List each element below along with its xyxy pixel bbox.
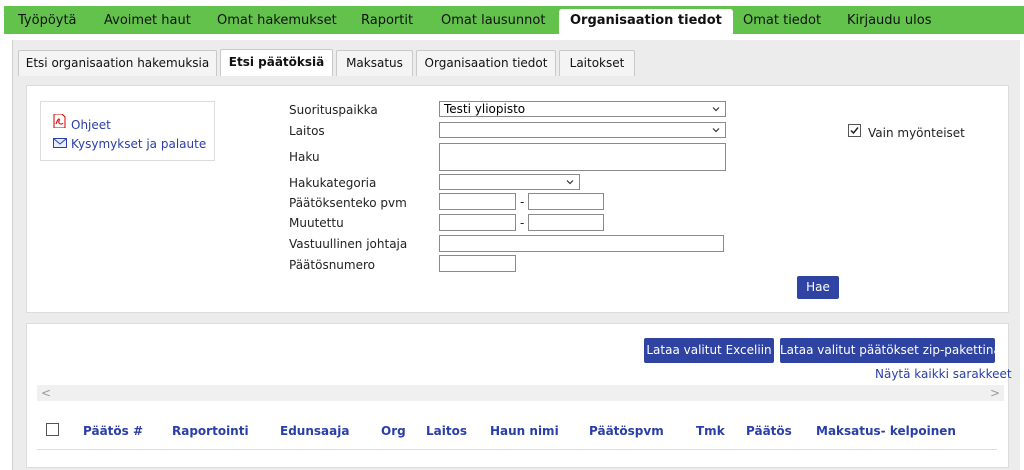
col-org[interactable]: Org bbox=[381, 424, 406, 438]
nav-omat-hakemukset[interactable]: Omat hakemukset bbox=[217, 6, 337, 34]
laitos-select[interactable] bbox=[439, 122, 726, 138]
paatoksenteko-from-input[interactable] bbox=[439, 193, 516, 210]
paatoksenteko-to-input[interactable] bbox=[528, 193, 604, 210]
tab-maksatus[interactable]: Maksatus bbox=[336, 50, 413, 76]
top-navigation: Työpöytä Avoimet haut Omat hakemukset Ra… bbox=[4, 6, 1024, 34]
nav-omat-tiedot[interactable]: Omat tiedot bbox=[743, 6, 821, 34]
export-zip-button[interactable]: Lataa valitut päätökset zip-pakettina bbox=[780, 338, 1001, 363]
nav-raportit[interactable]: Raportit bbox=[361, 6, 413, 34]
instructions-link[interactable]: Ohjeet bbox=[71, 118, 111, 132]
pdf-icon[interactable] bbox=[53, 114, 66, 128]
vastuullinen-johtaja-label: Vastuullinen johtaja bbox=[289, 237, 408, 251]
date-range-separator: - bbox=[520, 195, 525, 209]
tab-etsi-hakemuksia[interactable]: Etsi organisaation hakemuksia bbox=[18, 50, 217, 76]
tab-laitokset[interactable]: Laitokset bbox=[559, 50, 635, 76]
only-approved-label: Vain myönteiset bbox=[868, 126, 965, 140]
export-excel-button[interactable]: Lataa valitut Exceliin bbox=[644, 338, 774, 363]
header-divider bbox=[37, 449, 997, 450]
hakukategoria-label: Hakukategoria bbox=[289, 176, 377, 190]
paatosnumero-input[interactable] bbox=[439, 255, 516, 272]
haku-label: Haku bbox=[289, 150, 320, 164]
col-haun-nimi[interactable]: Haun nimi bbox=[490, 424, 559, 438]
only-approved-checkbox[interactable] bbox=[848, 124, 861, 137]
suorituspaikka-select[interactable]: Testi yliopisto bbox=[439, 101, 726, 117]
scroll-right-icon[interactable]: > bbox=[990, 385, 1000, 401]
col-raportointi[interactable]: Raportointi bbox=[172, 424, 249, 438]
nav-omat-lausunnot[interactable]: Omat lausunnot bbox=[441, 6, 545, 34]
chevron-down-icon bbox=[712, 107, 720, 112]
horizontal-scrollbar[interactable]: < > bbox=[37, 385, 1004, 401]
select-all-checkbox[interactable] bbox=[46, 423, 59, 436]
nav-organisaation-tiedot[interactable]: Organisaation tiedot bbox=[559, 9, 733, 34]
tab-organisaation-tiedot[interactable]: Organisaation tiedot bbox=[416, 50, 556, 76]
col-edunsaaja[interactable]: Edunsaaja bbox=[280, 424, 349, 438]
chevron-down-icon bbox=[712, 128, 720, 133]
col-tmk[interactable]: Tmk bbox=[696, 424, 725, 438]
show-all-columns-link[interactable]: Näytä kaikki sarakkeet bbox=[875, 367, 1012, 381]
search-button[interactable]: Hae bbox=[797, 276, 839, 299]
paatoksenteko-label: Päätöksenteko pvm bbox=[289, 196, 407, 210]
col-laitos[interactable]: Laitos bbox=[426, 424, 467, 438]
vastuullinen-johtaja-input[interactable] bbox=[439, 235, 724, 252]
scroll-left-icon[interactable]: < bbox=[41, 385, 51, 401]
checkmark-icon bbox=[850, 127, 859, 135]
suorituspaikka-label: Suorituspaikka bbox=[289, 103, 378, 117]
nav-tyopoyta[interactable]: Työpöytä bbox=[18, 6, 77, 34]
help-box bbox=[40, 101, 215, 161]
suorituspaikka-value: Testi yliopisto bbox=[444, 102, 526, 116]
col-paatospvm[interactable]: Päätöspvm bbox=[589, 424, 664, 438]
muutettu-to-input[interactable] bbox=[528, 214, 604, 231]
muutettu-from-input[interactable] bbox=[439, 214, 516, 231]
col-paatos-number[interactable]: Päätös # bbox=[83, 424, 143, 438]
tab-etsi-paatoksia[interactable]: Etsi päätöksiä bbox=[220, 49, 333, 76]
chevron-down-icon bbox=[566, 180, 574, 185]
feedback-link[interactable]: Kysymykset ja palaute bbox=[71, 137, 206, 151]
nav-avoimet-haut[interactable]: Avoimet haut bbox=[104, 6, 191, 34]
mail-icon[interactable] bbox=[53, 138, 67, 148]
date-range-separator: - bbox=[520, 216, 525, 230]
laitos-label: Laitos bbox=[289, 124, 325, 138]
hakukategoria-select[interactable] bbox=[439, 174, 580, 190]
haku-input[interactable] bbox=[439, 143, 726, 171]
col-maksatuskelpoinen[interactable]: Maksatus- kelpoinen bbox=[816, 424, 956, 438]
nav-kirjaudu-ulos[interactable]: Kirjaudu ulos bbox=[847, 6, 932, 34]
paatosnumero-label: Päätösnumero bbox=[289, 258, 375, 272]
muutettu-label: Muutettu bbox=[289, 216, 344, 230]
col-paatos[interactable]: Päätös bbox=[746, 424, 792, 438]
